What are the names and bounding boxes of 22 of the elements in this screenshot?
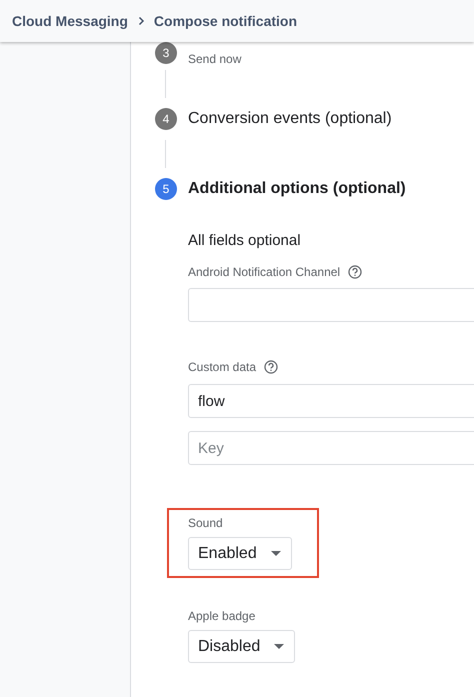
step-title[interactable]: Additional options (optional) <box>188 172 406 206</box>
field-label: Android Notification Channel <box>188 265 340 279</box>
caret-icon <box>270 551 281 556</box>
step-number: 4 <box>155 108 177 130</box>
step-number: 5 <box>155 178 177 200</box>
text-field[interactable] <box>188 288 474 322</box>
help-icon[interactable] <box>348 265 362 279</box>
step-subtitle: Send now <box>188 52 242 66</box>
section-heading: All fields optional <box>188 232 302 250</box>
text-field[interactable]: flow <box>188 384 474 418</box>
help-icon[interactable] <box>264 360 278 374</box>
dropdown[interactable]: Enabled <box>188 537 292 570</box>
breadcrumb-link[interactable]: Compose notification <box>154 13 298 29</box>
caret-icon <box>274 644 284 649</box>
step-title[interactable]: Conversion events (optional) <box>188 102 392 136</box>
text-field[interactable]: Key <box>188 431 474 465</box>
field-label: Custom data <box>188 360 256 374</box>
field-label: Apple badge <box>188 609 256 623</box>
field-label: Sound <box>188 516 223 530</box>
breadcrumb-link[interactable]: Cloud Messaging <box>12 13 128 29</box>
dropdown[interactable]: Disabled <box>188 630 296 663</box>
step-number: 3 <box>155 42 177 64</box>
